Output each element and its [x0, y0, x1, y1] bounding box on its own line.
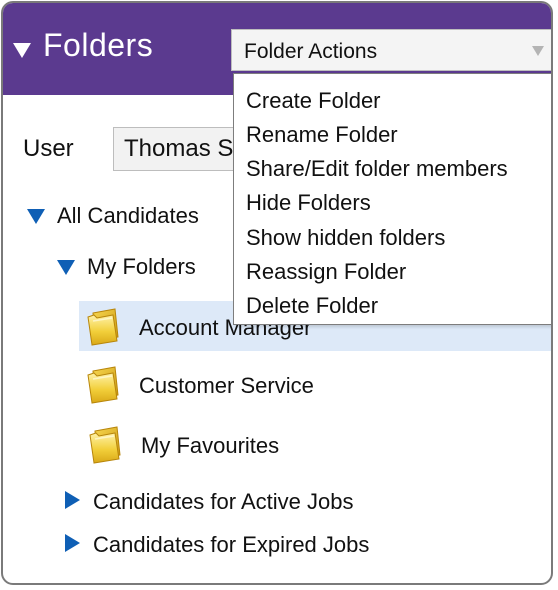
folder-icon [87, 366, 119, 404]
menu-item-create-folder[interactable]: Create Folder [246, 88, 381, 114]
folder-icon [89, 426, 121, 464]
folders-panel: Folders Folder Actions User Thomas S All… [1, 1, 553, 585]
tree-item-customer-service[interactable]: Customer Service [139, 373, 314, 399]
menu-item-rename-folder[interactable]: Rename Folder [246, 122, 398, 148]
menu-item-reassign-folder[interactable]: Reassign Folder [246, 259, 406, 285]
tree-item-all-candidates[interactable]: All Candidates [57, 203, 199, 229]
folder-actions-select[interactable]: Folder Actions [231, 29, 551, 71]
tree-item-my-folders[interactable]: My Folders [87, 254, 196, 280]
folder-icon [87, 308, 119, 346]
tree-item-active-jobs[interactable]: Candidates for Active Jobs [93, 489, 353, 515]
menu-item-share-edit-members[interactable]: Share/Edit folder members [246, 156, 508, 182]
expand-active-jobs-icon[interactable] [65, 491, 80, 509]
menu-item-show-hidden-folders[interactable]: Show hidden folders [246, 225, 445, 251]
user-label: User [23, 135, 74, 162]
folder-actions-menu: Create Folder Rename Folder Share/Edit f… [233, 73, 551, 325]
expand-my-folders-icon[interactable] [57, 260, 75, 275]
collapse-triangle-icon[interactable] [13, 43, 31, 58]
chevron-down-icon [532, 46, 544, 56]
folder-actions-label: Folder Actions [244, 40, 378, 63]
expand-expired-jobs-icon[interactable] [65, 534, 80, 552]
expand-all-candidates-icon[interactable] [27, 209, 45, 224]
menu-item-delete-folder[interactable]: Delete Folder [246, 293, 378, 319]
panel-title: Folders [43, 27, 154, 63]
tree-item-expired-jobs[interactable]: Candidates for Expired Jobs [93, 532, 369, 558]
user-select-value: Thomas S [124, 135, 234, 162]
menu-item-hide-folders[interactable]: Hide Folders [246, 190, 371, 216]
tree-item-my-favourites[interactable]: My Favourites [141, 433, 279, 459]
